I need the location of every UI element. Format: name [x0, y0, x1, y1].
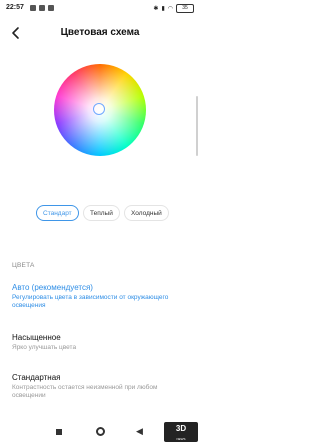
page-title: Цветовая схема [60, 27, 140, 38]
home-button[interactable] [96, 427, 105, 436]
option-title: Стандартная [12, 373, 61, 382]
status-time: 22:57 [6, 4, 24, 11]
color-wheel-cursor[interactable] [93, 103, 105, 115]
mode-standard-button[interactable]: Стандарт [36, 205, 79, 221]
notification-icons [30, 5, 54, 11]
section-label: ЦВЕТА [12, 262, 35, 269]
mode-cool-button[interactable]: Холодный [124, 205, 169, 221]
option-title: Авто (рекомендуется) [12, 283, 93, 292]
watermark-text: 3D [175, 424, 187, 433]
back-button[interactable]: ◀ [136, 426, 143, 437]
scrollbar[interactable] [196, 96, 198, 156]
option-standard[interactable]: Стандартная Контрастность остается неизм… [12, 373, 192, 400]
bluetooth-icon: ✱ [153, 6, 159, 12]
mode-selector: Стандарт Теплый Холодный [0, 205, 200, 221]
mode-warm-button[interactable]: Теплый [83, 205, 120, 221]
recents-button[interactable] [56, 429, 62, 435]
wifi-icon: ◠ [167, 6, 173, 12]
option-subtitle: Контрастность остается неизменной при лю… [12, 384, 158, 399]
signal-icon: ▮ [161, 6, 165, 12]
status-bar: 22:57 ✱ ▮ ◠ 35 [0, 0, 200, 18]
header: Цветовая схема [0, 22, 200, 44]
notification-icon [39, 5, 45, 11]
option-title: Насыщенное [12, 333, 61, 342]
notification-icon [30, 5, 36, 11]
system-icons: ✱ ▮ ◠ 35 [153, 4, 194, 13]
watermark-small-text: NEWS [176, 437, 186, 441]
watermark-logo: 3D NEWS [164, 422, 198, 442]
option-subtitle: Ярко улучшать цвета [12, 344, 77, 351]
option-auto[interactable]: Авто (рекомендуется) Регулировать цвета … [12, 283, 192, 310]
color-wheel[interactable] [54, 64, 146, 156]
option-saturated[interactable]: Насыщенное Ярко улучшать цвета [12, 333, 192, 352]
battery-icon: 35 [176, 4, 194, 13]
option-subtitle: Регулировать цвета в зависимости от окру… [12, 294, 169, 309]
notification-icon [48, 5, 54, 11]
